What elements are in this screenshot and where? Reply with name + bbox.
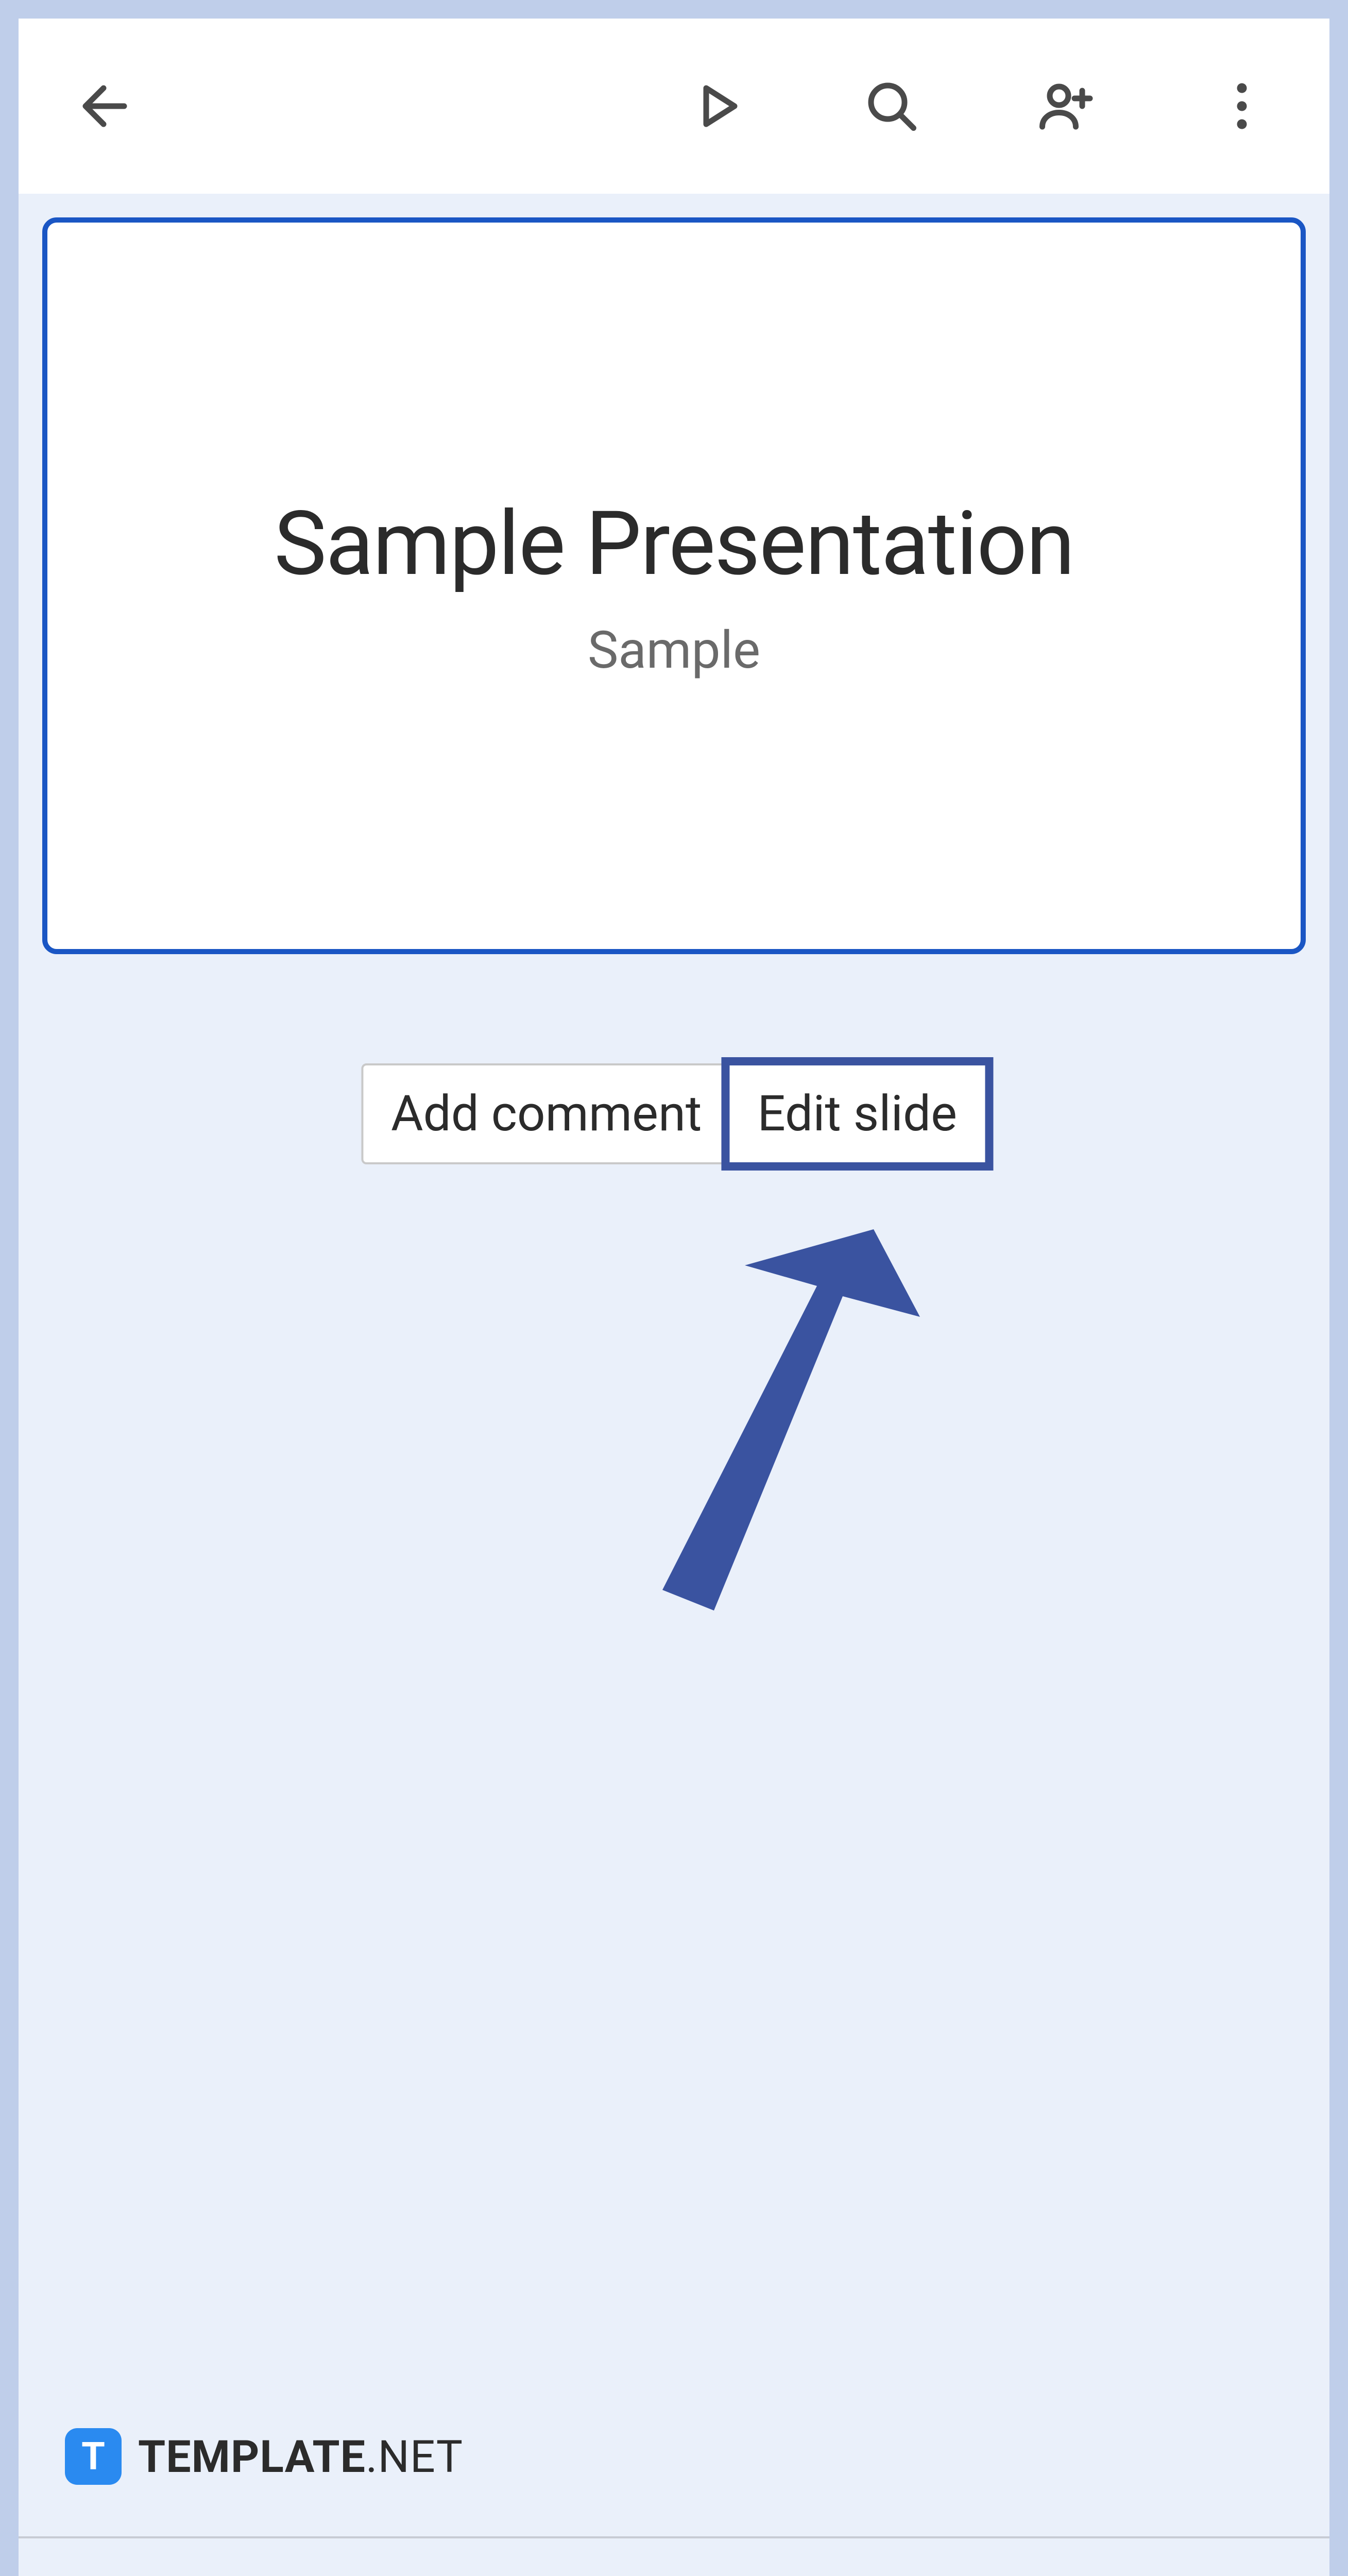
slide-title: Sample Presentation [274, 492, 1074, 596]
home-outline-icon [638, 2573, 710, 2576]
share-button[interactable] [1036, 75, 1098, 137]
slide-preview[interactable]: Sample Presentation Sample [42, 217, 1306, 954]
watermark-text: TEMPLATE.NET [138, 2431, 463, 2483]
edit-slide-button[interactable]: Edit slide [721, 1057, 993, 1171]
slide-area: Sample Presentation Sample [19, 194, 1329, 954]
more-button[interactable] [1211, 75, 1273, 137]
toolbar-left [75, 75, 137, 137]
slide-subtitle: Sample [588, 620, 760, 681]
watermark-brand: TEMPLATE [138, 2431, 366, 2483]
app-window: Sample Presentation Sample Add comment E… [19, 19, 1329, 2576]
menu-lines-icon [311, 2573, 383, 2576]
top-toolbar [19, 19, 1329, 194]
person-add-icon [1036, 75, 1098, 137]
search-icon [861, 75, 923, 137]
arrow-left-icon [75, 75, 137, 137]
search-button[interactable] [861, 75, 923, 137]
toolbar-right [686, 75, 1273, 137]
watermark-badge: T [65, 2428, 122, 2485]
back-button[interactable] [75, 75, 137, 137]
watermark-suffix: .NET [366, 2431, 463, 2483]
device-frame: Sample Presentation Sample Add comment E… [0, 0, 1348, 2576]
add-comment-button[interactable]: Add comment [363, 1065, 729, 1162]
present-button[interactable] [686, 75, 747, 137]
back-nav-button[interactable] [965, 2573, 1037, 2576]
pointer-arrow-icon [652, 1229, 920, 1611]
home-button[interactable] [638, 2573, 710, 2576]
recent-apps-button[interactable] [311, 2573, 383, 2576]
annotation-arrow [652, 1229, 920, 1611]
context-menu: Add comment Edit slide [361, 1063, 987, 1164]
system-navbar [19, 2536, 1329, 2576]
more-vert-icon [1211, 75, 1273, 137]
watermark: T TEMPLATE.NET [65, 2428, 463, 2485]
play-icon [686, 75, 747, 137]
back-nav-icon [965, 2573, 1037, 2576]
